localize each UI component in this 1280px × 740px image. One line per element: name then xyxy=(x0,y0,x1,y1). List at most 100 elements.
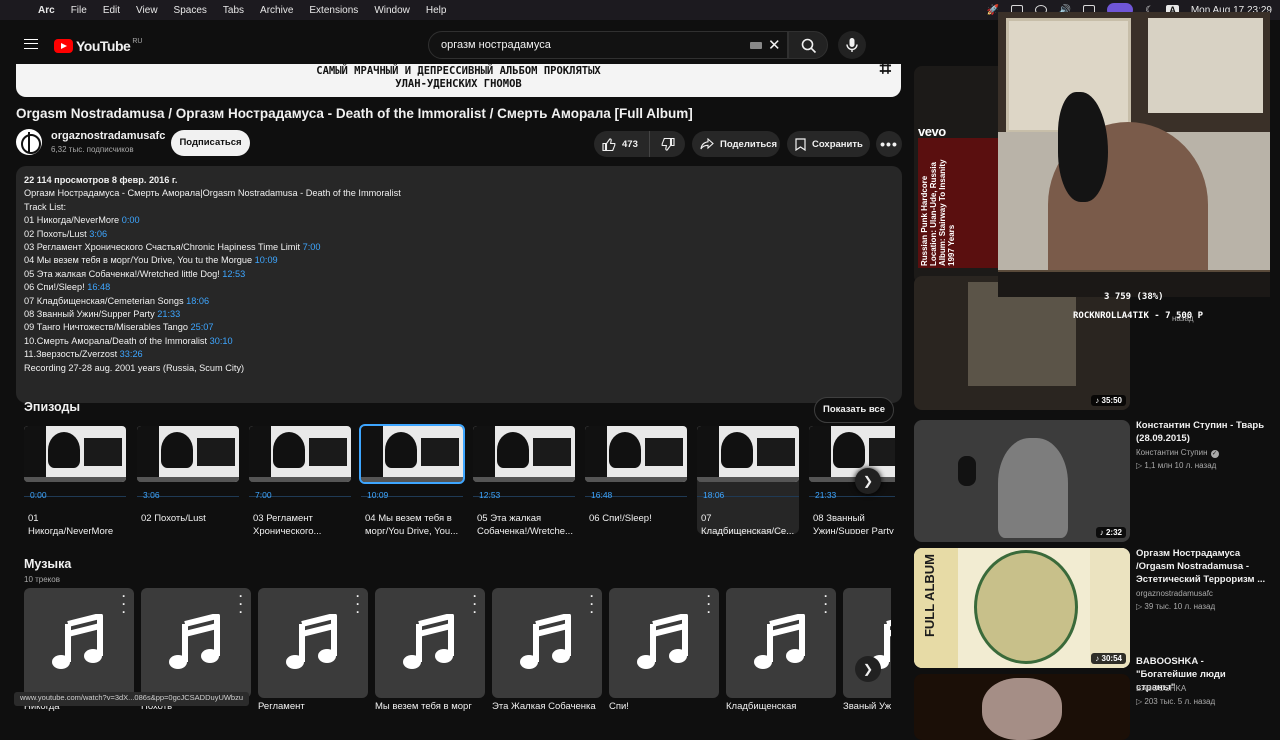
episode-time: 12:53 xyxy=(479,490,501,500)
music-note-icon xyxy=(286,614,337,669)
banner-line-1: САМЫЙ МРАЧНЫЙ И ДЕПРЕССИВНЫЙ АЛЬБОМ ПРОК… xyxy=(316,65,601,77)
timestamp-link[interactable]: 7:00 xyxy=(303,242,321,252)
recommendation-thumbnail[interactable]: ♪ 2:32 xyxy=(914,420,1130,542)
episode-thumbnail xyxy=(249,426,351,482)
episode-time: 21:33 xyxy=(815,490,837,500)
track-menu-icon[interactable]: · · · xyxy=(824,590,828,618)
recommendation-channel[interactable]: Константин Ступин ✓ xyxy=(1136,448,1219,458)
timestamp-link[interactable]: 10:09 xyxy=(255,255,278,265)
track-title: Мы везем тебя в морг xyxy=(375,701,472,712)
recommendation-thumbnail[interactable] xyxy=(914,674,1130,740)
like-button[interactable]: 473 xyxy=(594,131,650,157)
thumbs-up-icon xyxy=(602,137,616,151)
like-dislike-group: 473 xyxy=(594,131,685,157)
tracklist-item: 02 Похоть/Lust 3:06 xyxy=(24,228,108,239)
microphone-icon xyxy=(846,38,858,52)
channel-name[interactable]: orgaznostradamusafc xyxy=(51,130,165,142)
tracklist-item: 08 Званный Ужин/Supper Party 21:33 xyxy=(24,309,181,320)
voice-search-button[interactable] xyxy=(838,31,866,59)
subscribe-button[interactable]: Подписаться xyxy=(171,130,250,156)
episode-card-hovered[interactable]: 18:06 07 Кладбищенская/Ce... xyxy=(697,426,799,537)
tracklist-item: 10.Смерть Аморала/Death of the Immoralis… xyxy=(24,335,233,346)
music-track-card[interactable]: · · · Кладбищенская xyxy=(726,588,836,720)
episode-card[interactable]: 21:33 08 Званный Ужин/Supper Party xyxy=(809,426,895,534)
video-description[interactable]: 22 114 просмотров 8 февр. 2016 г. Оргазм… xyxy=(16,166,902,403)
track-menu-icon[interactable]: · · · xyxy=(707,590,711,618)
track-artwork: ··· xyxy=(258,588,368,698)
episode-time: 16:48 xyxy=(591,490,613,500)
timestamp-link[interactable]: 21:33 xyxy=(157,309,180,319)
episode-title: 08 Званный Ужин/Supper Party xyxy=(813,513,894,534)
recording-info: Recording 27-28 aug. 2001 years (Russia,… xyxy=(24,362,245,373)
menu-icon[interactable] xyxy=(24,39,38,49)
tracklist-item: 11.Зверзость/Zverzost 33:26 xyxy=(24,349,143,360)
timestamp-link[interactable]: 25:07 xyxy=(191,322,214,332)
channel-avatar[interactable] xyxy=(16,129,42,155)
youtube-wordmark: YouTube xyxy=(76,38,131,54)
recommendation-title[interactable]: Оргазм Нострадамуса /Orgasm Nostradamusa… xyxy=(1136,547,1266,586)
timestamp-link[interactable]: 16:48 xyxy=(87,282,110,292)
keyboard-icon[interactable] xyxy=(750,42,762,49)
episode-card[interactable]: 16:48 06 Спи!/Sleep! xyxy=(585,426,687,534)
menu-extensions[interactable]: Extensions xyxy=(309,5,358,16)
menu-help[interactable]: Help xyxy=(426,5,447,16)
recommendation-thumbnail[interactable]: FULL ALBUM ♪ 30:54 xyxy=(914,548,1130,668)
search-button[interactable] xyxy=(788,31,828,59)
music-track-card[interactable]: · · · Спи! xyxy=(609,588,719,720)
episode-card[interactable]: 7:00 03 Регламент Хронического... xyxy=(249,426,351,537)
menu-edit[interactable]: Edit xyxy=(103,5,120,16)
track-menu-icon[interactable]: · · · xyxy=(356,590,360,618)
music-track-card[interactable]: · · · Эта Жалкая Собаченка xyxy=(492,588,602,720)
timestamp-link[interactable]: 12:53 xyxy=(222,269,245,279)
recommendation-channel[interactable]: orgaznostradamusafc xyxy=(1136,589,1213,598)
music-track-card[interactable]: · · · Мы везем тебя в морг xyxy=(375,588,485,720)
share-button[interactable]: Поделиться xyxy=(692,131,780,157)
episode-card-current[interactable]: 10:09 04 Мы везем тебя в морг/You Drive,… xyxy=(359,424,465,537)
episode-time: 18:06 xyxy=(703,490,725,500)
timestamp-link[interactable]: 0:00 xyxy=(122,215,140,225)
video-player-banner[interactable]: САМЫЙ МРАЧНЫЙ И ДЕПРЕССИВНЫЙ АЛЬБОМ ПРОК… xyxy=(16,64,901,97)
tracklist-item: 01 Никогда/NeverMore 0:00 xyxy=(24,215,140,226)
recommendation-channel[interactable]: BABOOSHKA xyxy=(1136,684,1186,693)
track-menu-icon[interactable]: · · · xyxy=(239,590,243,618)
timestamp-link[interactable]: 18:06 xyxy=(186,296,209,306)
more-actions-button[interactable]: ••• xyxy=(876,131,902,157)
thumbs-down-icon xyxy=(661,137,675,151)
save-button[interactable]: Сохранить xyxy=(787,131,870,157)
menu-window[interactable]: Window xyxy=(374,5,410,16)
music-track-card[interactable]: · · · Регламент xyxy=(258,588,368,720)
episode-card[interactable]: 3:06 02 Похоть/Lust xyxy=(137,426,239,534)
search-input[interactable]: оргазм нострадамуса xyxy=(428,31,788,59)
tracklist-item: 05 Эта жалкая Собаченка!/Wretched little… xyxy=(24,268,246,279)
timestamp-link[interactable]: 3:06 xyxy=(89,229,107,239)
views-and-date: 22 114 просмотров 8 февр. 2016 г. xyxy=(24,175,178,185)
show-all-episodes-button[interactable]: Показать все xyxy=(814,397,894,423)
recommendation-meta: ▷ 39 тыс. 10 л. назад xyxy=(1136,602,1216,611)
tracklist-label: Track List: xyxy=(24,201,67,212)
episode-thumbnail xyxy=(24,426,126,482)
episode-thumbnail xyxy=(473,426,575,482)
clear-search-icon[interactable]: ✕ xyxy=(768,36,781,54)
menu-file[interactable]: File xyxy=(71,5,87,16)
episodes-next-button[interactable]: ❯ xyxy=(855,468,881,494)
youtube-logo[interactable]: YouTube RU xyxy=(54,38,142,54)
dislike-button[interactable] xyxy=(650,137,685,151)
recommendation-title[interactable]: Константин Ступин - Тварь (28.09.2015) xyxy=(1136,419,1266,445)
like-count: 473 xyxy=(622,138,638,150)
timestamp-link[interactable]: 33:26 xyxy=(120,349,143,359)
episode-card[interactable]: 12:53 05 Эта жалкая Собаченка!/Wretche..… xyxy=(473,426,575,537)
menu-app-arc[interactable]: Arc xyxy=(38,5,55,16)
menu-archive[interactable]: Archive xyxy=(260,5,293,16)
music-next-button[interactable]: ❯ xyxy=(855,656,881,682)
timestamp-link[interactable]: 30:10 xyxy=(210,336,233,346)
youtube-play-icon xyxy=(54,39,73,53)
menu-spaces[interactable]: Spaces xyxy=(174,5,207,16)
track-menu-icon[interactable]: · · · xyxy=(473,590,477,618)
menu-tabs[interactable]: Tabs xyxy=(223,5,244,16)
track-menu-icon[interactable]: · · · xyxy=(590,590,594,618)
share-icon xyxy=(700,138,714,150)
episode-card[interactable]: 0:00 01 Никогда/NeverMore xyxy=(24,426,126,537)
track-menu-icon[interactable]: · · · xyxy=(122,590,126,618)
music-track-card[interactable]: ···Званый Ужин xyxy=(843,588,891,720)
menu-view[interactable]: View xyxy=(136,5,158,16)
